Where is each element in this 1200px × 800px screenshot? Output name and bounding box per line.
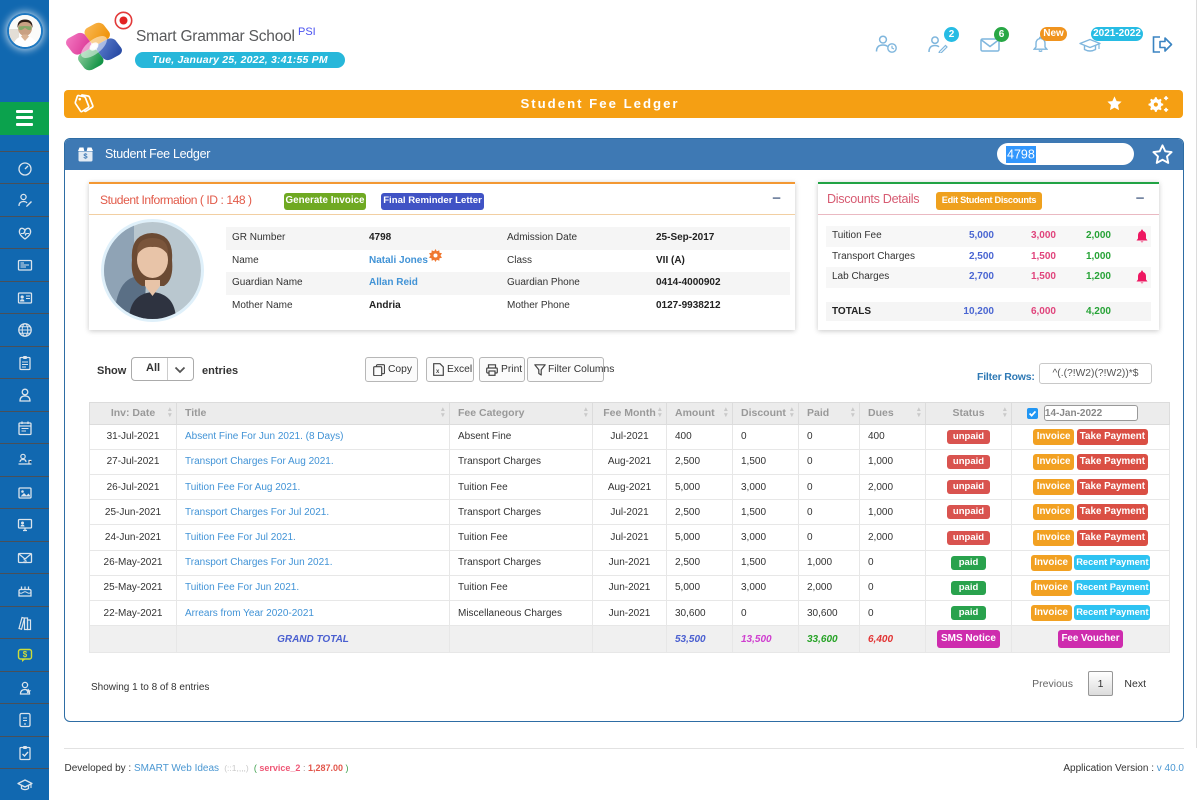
- svg-text:$: $: [23, 558, 27, 564]
- svg-text:x: x: [436, 369, 440, 375]
- svg-text:$: $: [22, 650, 27, 659]
